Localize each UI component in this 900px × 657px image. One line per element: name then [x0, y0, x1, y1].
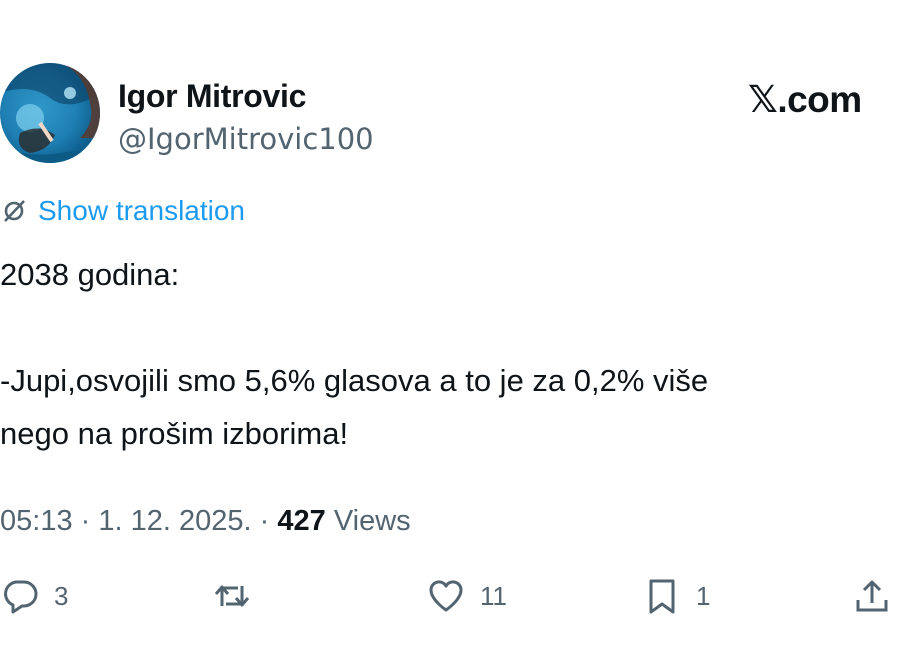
translate-icon — [2, 198, 28, 224]
share-icon — [856, 580, 888, 612]
meta-separator: · — [259, 505, 270, 537]
x-logo: 𝕏.com — [748, 78, 862, 121]
tweet-time[interactable]: 05:13 — [0, 505, 73, 537]
avatar-image — [0, 63, 100, 163]
tweet-line: 2038 godina: — [0, 257, 180, 292]
like-button[interactable]: 11 — [426, 576, 507, 616]
tweet-line — [0, 301, 890, 354]
show-translation-link[interactable]: Show translation — [2, 195, 245, 227]
repost-icon — [214, 585, 250, 607]
reply-count: 3 — [54, 580, 69, 611]
x-logo-text: .com — [777, 79, 862, 120]
tweet-date[interactable]: 1. 12. 2025. — [98, 505, 251, 537]
tweet-meta: 05:13 · 1. 12. 2025. · 427 Views — [0, 505, 411, 538]
views-count: 427 — [277, 505, 326, 537]
action-bar: 3 11 1 — [0, 576, 900, 626]
views-label: Views — [333, 505, 411, 537]
like-count: 11 — [480, 580, 507, 611]
share-button[interactable] — [852, 576, 892, 616]
author-handle[interactable]: @IgorMitrovic100 — [118, 122, 374, 156]
tweet-line: nego na prošim izborima! — [0, 416, 349, 451]
reply-icon — [4, 580, 38, 614]
tweet-text: 2038 godina: -Jupi,osvojili smo 5,6% gla… — [0, 248, 890, 460]
show-translation-label[interactable]: Show translation — [38, 195, 245, 227]
bookmark-button[interactable]: 1 — [642, 576, 710, 616]
bookmark-icon — [649, 579, 675, 614]
repost-button[interactable] — [212, 576, 266, 616]
author-name[interactable]: Igor Mitrovic — [118, 78, 306, 115]
heart-icon — [429, 580, 463, 612]
tweet-line: -Jupi,osvojili smo 5,6% glasova a to je … — [0, 363, 709, 398]
x-icon: 𝕏 — [748, 78, 778, 121]
reply-button[interactable]: 3 — [0, 576, 68, 616]
meta-separator: · — [80, 505, 91, 537]
avatar[interactable] — [0, 63, 100, 163]
bookmark-count: 1 — [696, 580, 711, 611]
